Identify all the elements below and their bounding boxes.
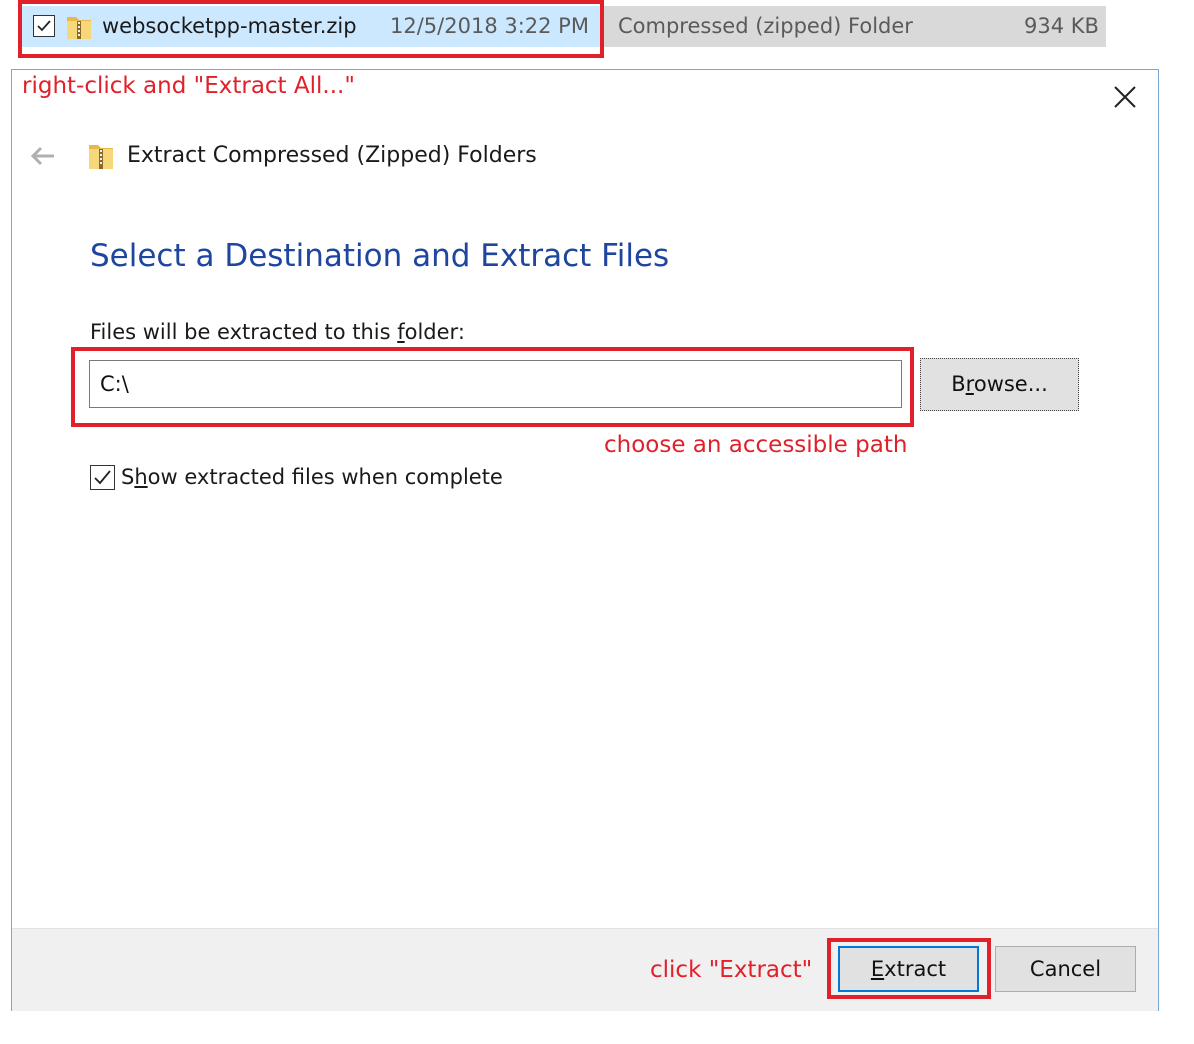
cancel-button[interactable]: Cancel xyxy=(995,946,1136,992)
dialog-heading: Select a Destination and Extract Files xyxy=(90,238,670,274)
extract-dialog xyxy=(11,69,1159,1011)
annotation-step2: choose an accessible path xyxy=(604,432,908,458)
file-type: Compressed (zipped) Folder xyxy=(618,14,913,38)
browse-button[interactable]: Browse... xyxy=(920,358,1079,411)
show-files-label[interactable]: Show extracted files when complete xyxy=(121,465,503,489)
zip-folder-icon xyxy=(89,145,113,169)
show-files-checkbox[interactable] xyxy=(90,465,115,490)
highlight-file-row xyxy=(18,0,604,58)
highlight-extract xyxy=(827,938,991,999)
destination-label: Files will be extracted to this folder: xyxy=(90,320,465,344)
back-arrow-icon[interactable] xyxy=(28,144,56,168)
file-size: 934 KB xyxy=(1024,14,1099,38)
dialog-title: Extract Compressed (Zipped) Folders xyxy=(127,143,537,168)
annotation-step3: click "Extract" xyxy=(650,957,813,983)
close-icon[interactable] xyxy=(1112,84,1138,110)
highlight-path xyxy=(71,347,914,427)
annotation-step1: right-click and "Extract All..." xyxy=(22,73,355,99)
